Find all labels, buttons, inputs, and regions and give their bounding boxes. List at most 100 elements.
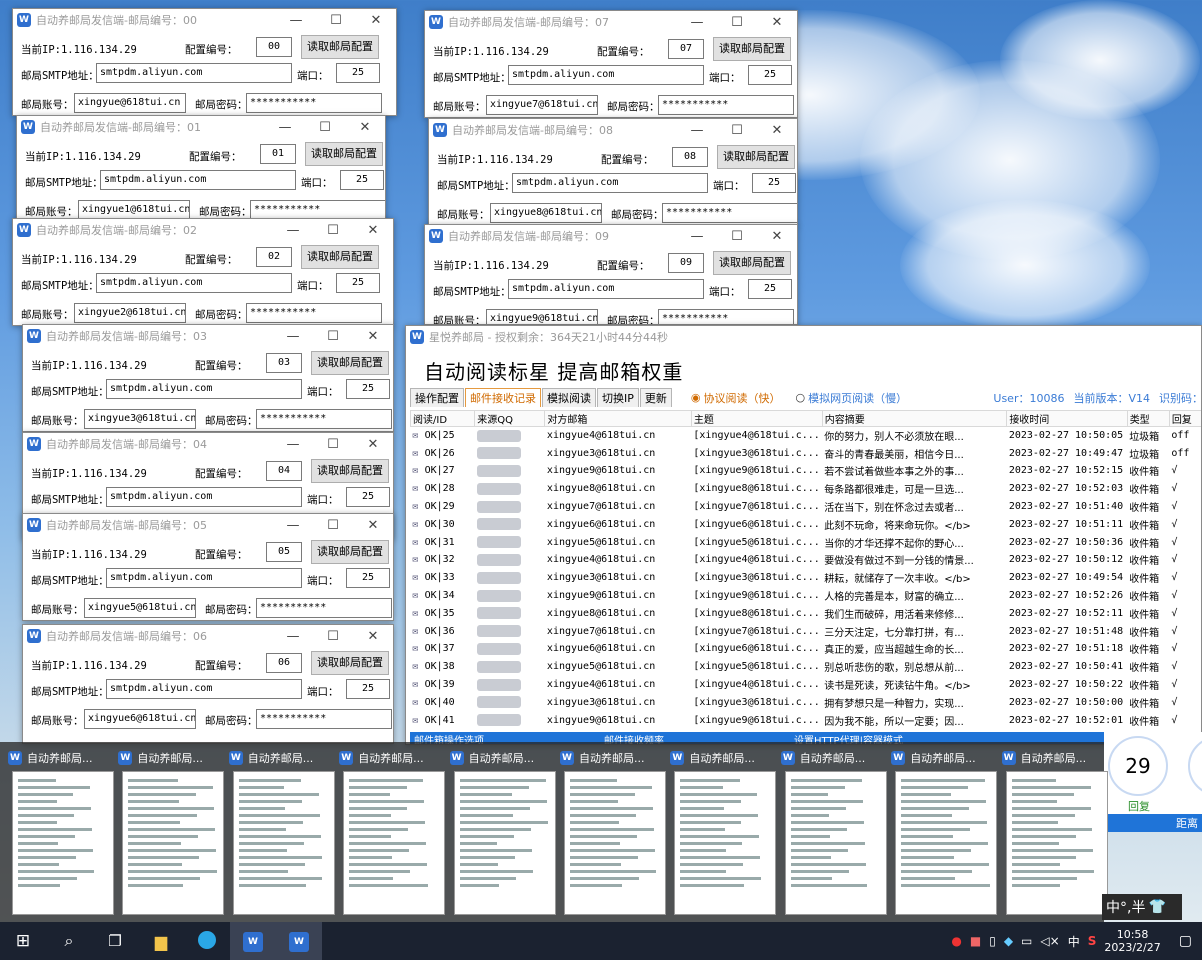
pin-icon[interactable]: ●	[951, 934, 961, 948]
tab-switch-ip[interactable]: 切换IP	[597, 388, 639, 407]
password-input[interactable]: ***********	[256, 598, 392, 618]
table-row[interactable]: ✉ OK|25 xingyue4@618tui.cn [xingyue4@618…	[411, 427, 1202, 445]
port-input[interactable]: 25	[340, 170, 384, 190]
ime-indicator[interactable]: 中°,半 👕	[1102, 894, 1182, 920]
maximize-button[interactable]: ☐	[717, 229, 757, 244]
table-row[interactable]: ✉ OK|40 xingyue3@618tui.cn [xingyue3@618…	[411, 693, 1202, 711]
config-number-input[interactable]: 06	[266, 653, 302, 673]
account-input[interactable]: xingyue9@618tui.cn	[486, 309, 598, 324]
column-header[interactable]: 接收时间	[1006, 410, 1128, 427]
clock[interactable]: 10:58 2023/2/27	[1104, 928, 1160, 954]
close-button[interactable]: ✕	[345, 120, 385, 135]
table-row[interactable]: ✉ OK|33 xingyue3@618tui.cn [xingyue3@618…	[411, 569, 1202, 587]
minimize-button[interactable]: —	[273, 518, 313, 533]
password-input[interactable]: ***********	[256, 409, 392, 429]
smtp-address-input[interactable]: smtpdm.aliyun.com	[508, 279, 704, 299]
read-config-button[interactable]: 读取邮局配置	[717, 145, 795, 169]
minimize-button[interactable]: —	[273, 329, 313, 344]
port-input[interactable]: 25	[752, 173, 796, 193]
task-thumbnail[interactable]: W 自动养邮局...	[339, 747, 449, 923]
column-header[interactable]: 内容摘要	[821, 410, 1008, 427]
usb-icon[interactable]: ▯	[989, 934, 996, 948]
read-config-button[interactable]: 读取邮局配置	[311, 351, 389, 375]
sogou-icon[interactable]: S	[1088, 934, 1097, 948]
tab-config[interactable]: 操作配置	[410, 388, 464, 407]
table-row[interactable]: ✉ OK|32 xingyue4@618tui.cn [xingyue4@618…	[411, 551, 1202, 569]
close-button[interactable]: ✕	[757, 229, 797, 244]
smtp-address-input[interactable]: smtpdm.aliyun.com	[508, 65, 704, 85]
port-input[interactable]: 25	[346, 487, 390, 507]
smtp-address-input[interactable]: smtpdm.aliyun.com	[512, 173, 708, 193]
password-input[interactable]: ***********	[250, 200, 385, 220]
smtp-address-input[interactable]: smtpdm.aliyun.com	[106, 379, 302, 399]
password-input[interactable]: ***********	[662, 203, 797, 223]
start-button[interactable]: ⊞	[0, 931, 46, 951]
password-input[interactable]: ***********	[246, 93, 382, 113]
smtp-address-input[interactable]: smtpdm.aliyun.com	[106, 487, 302, 507]
maximize-button[interactable]: ☐	[313, 223, 353, 238]
config-number-input[interactable]: 01	[260, 144, 296, 164]
notification-icon[interactable]: ▢	[1169, 933, 1202, 949]
column-header[interactable]: 主题	[690, 410, 823, 427]
search-icon[interactable]: ⌕	[46, 931, 92, 951]
close-button[interactable]: ✕	[353, 437, 393, 452]
security-icon[interactable]: ■	[970, 934, 981, 948]
close-button[interactable]: ✕	[353, 629, 393, 644]
column-header[interactable]: 阅读/ID	[410, 410, 476, 427]
network-icon[interactable]: ▭	[1021, 934, 1032, 948]
read-config-button[interactable]: 读取邮局配置	[311, 459, 389, 483]
minimize-button[interactable]: —	[265, 120, 305, 135]
password-input[interactable]: ***********	[246, 303, 382, 323]
column-header[interactable]: 类型	[1126, 410, 1170, 427]
table-row[interactable]: ✉ OK|26 xingyue3@618tui.cn [xingyue3@618…	[411, 444, 1202, 462]
close-button[interactable]: ✕	[353, 223, 393, 238]
password-input[interactable]: ***********	[658, 309, 794, 324]
task-thumbnail[interactable]: W 自动养邮局...	[1001, 747, 1112, 923]
read-config-button[interactable]: 读取邮局配置	[311, 540, 389, 564]
smtp-address-input[interactable]: smtpdm.aliyun.com	[100, 170, 296, 190]
table-row[interactable]: ✉ OK|28 xingyue8@618tui.cn [xingyue8@618…	[411, 480, 1202, 498]
maximize-button[interactable]: ☐	[313, 329, 353, 344]
table-row[interactable]: ✉ OK|36 xingyue7@618tui.cn [xingyue7@618…	[411, 622, 1202, 640]
table-row[interactable]: ✉ OK|29 xingyue7@618tui.cn [xingyue7@618…	[411, 498, 1202, 516]
smtp-address-input[interactable]: smtpdm.aliyun.com	[106, 568, 302, 588]
read-config-button[interactable]: 读取邮局配置	[713, 251, 791, 275]
password-input[interactable]: ***********	[658, 95, 794, 115]
config-number-input[interactable]: 04	[266, 461, 302, 481]
port-input[interactable]: 25	[336, 273, 380, 293]
table-row[interactable]: ✉ OK|30 xingyue6@618tui.cn [xingyue6@618…	[411, 515, 1202, 533]
smtp-address-input[interactable]: smtpdm.aliyun.com	[96, 63, 292, 83]
read-config-button[interactable]: 读取邮局配置	[311, 651, 389, 675]
close-button[interactable]: ✕	[353, 518, 393, 533]
maximize-button[interactable]: ☐	[316, 13, 356, 28]
smtp-address-input[interactable]: smtpdm.aliyun.com	[106, 679, 302, 699]
task-thumbnail[interactable]: W 自动养邮局...	[780, 747, 891, 923]
port-input[interactable]: 25	[336, 63, 380, 83]
minimize-button[interactable]: —	[677, 229, 717, 244]
column-header[interactable]: 对方邮箱	[544, 410, 692, 427]
task-thumbnail[interactable]: W 自动养邮局...	[891, 747, 1001, 923]
table-row[interactable]: ✉ OK|38 xingyue5@618tui.cn [xingyue5@618…	[411, 658, 1202, 676]
ime-tray[interactable]: 中	[1068, 933, 1080, 950]
config-number-input[interactable]: 05	[266, 542, 302, 562]
task-view-icon[interactable]: ❐	[92, 932, 138, 950]
radio-web[interactable]: ○ 模拟网页阅读（慢）	[796, 390, 908, 406]
port-input[interactable]: 25	[346, 379, 390, 399]
read-config-button[interactable]: 读取邮局配置	[301, 245, 379, 269]
port-input[interactable]: 25	[748, 65, 792, 85]
task-thumbnail[interactable]: W 自动养邮局...	[670, 747, 780, 923]
app-taskbar-icon-2[interactable]: W	[276, 922, 322, 960]
close-button[interactable]: ✕	[356, 13, 396, 28]
task-thumbnail[interactable]: W 自动养邮局...	[8, 747, 118, 923]
smtp-address-input[interactable]: smtpdm.aliyun.com	[96, 273, 292, 293]
maximize-button[interactable]: ☐	[313, 437, 353, 452]
reply-counter[interactable]: 29	[1108, 736, 1168, 796]
config-number-input[interactable]: 00	[256, 37, 292, 57]
column-header[interactable]: 来源QQ	[474, 410, 546, 427]
task-thumbnail[interactable]: W 自动养邮局...	[228, 747, 339, 923]
account-input[interactable]: xingyue@618tui.cn	[74, 93, 186, 113]
tray-app-icon[interactable]: ◆	[1004, 934, 1013, 948]
minimize-button[interactable]: —	[273, 629, 313, 644]
close-button[interactable]: ✕	[757, 15, 797, 30]
table-row[interactable]: ✉ OK|27 xingyue9@618tui.cn [xingyue9@618…	[411, 462, 1202, 480]
